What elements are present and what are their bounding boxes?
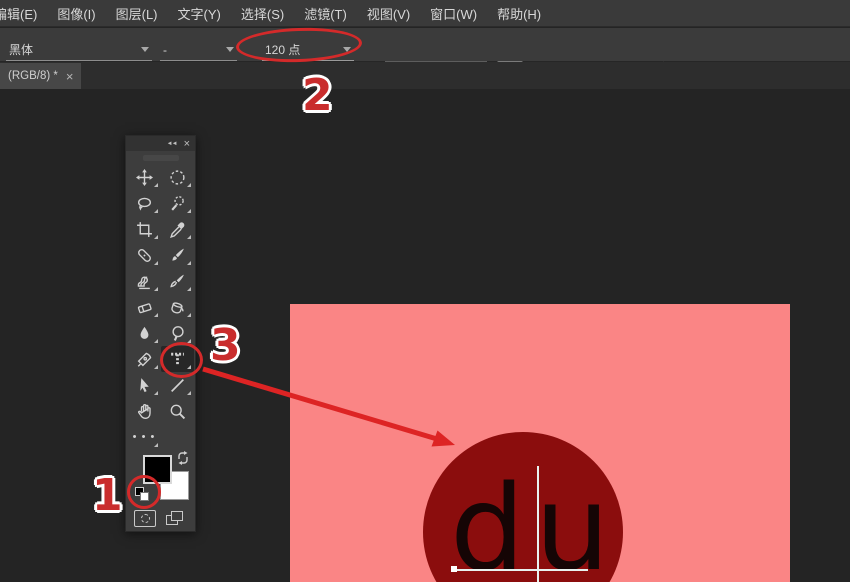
quick-mask-button[interactable] [134, 510, 156, 527]
tool-grid: • • • [126, 164, 195, 450]
line-tool[interactable] [161, 372, 194, 398]
foreground-color-swatch[interactable] [143, 455, 172, 484]
pen-tool[interactable] [128, 346, 161, 372]
swap-colors-icon [176, 451, 190, 465]
zoom-tool[interactable] [161, 398, 194, 424]
hand-tool[interactable] [128, 398, 161, 424]
elliptical-marquee-icon [169, 169, 186, 186]
blur-tool[interactable] [128, 320, 161, 346]
history-brush-icon [169, 273, 186, 290]
panel-bottom-buttons [126, 508, 197, 532]
color-control [126, 451, 197, 509]
font-style-value: - [160, 43, 226, 57]
paint-bucket-tool[interactable] [161, 294, 194, 320]
close-tab-icon[interactable]: × [66, 69, 74, 84]
menu-bar: 编辑(E) 图像(I) 图层(L) 文字(Y) 选择(S) 滤镜(T) 视图(V… [0, 0, 850, 27]
blur-icon [136, 325, 153, 342]
chevron-down-icon [226, 47, 234, 52]
zoom-icon [169, 403, 186, 420]
selection-arrow-icon [136, 377, 153, 394]
eyedropper-tool[interactable] [161, 216, 194, 242]
font-size-value: 120 点 [262, 41, 343, 58]
horizontal-type-mask-tool[interactable] [161, 346, 194, 372]
path-selection-tool[interactable] [128, 372, 161, 398]
menu-help[interactable]: 帮助(H) [487, 4, 551, 23]
paint-bucket-icon [169, 299, 186, 316]
document-canvas[interactable]: d u [290, 304, 790, 582]
brush-tool[interactable] [161, 242, 194, 268]
move-tool[interactable] [128, 164, 161, 190]
quick-selection-icon [169, 195, 186, 212]
healing-brush-icon [136, 247, 153, 264]
default-colors-button[interactable] [135, 487, 149, 501]
dodge-icon [169, 325, 186, 342]
canvas-text: d u [450, 469, 610, 582]
dodge-tool[interactable] [161, 320, 194, 346]
crop-icon [136, 221, 153, 238]
menu-select[interactable]: 选择(S) [231, 4, 294, 23]
chevron-down-icon [141, 47, 149, 52]
font-size-select[interactable]: 120 点 [262, 39, 354, 61]
eraser-tool[interactable] [128, 294, 161, 320]
text-baseline-guide [454, 569, 588, 571]
close-panel-icon[interactable]: × [184, 139, 190, 149]
document-tab-title: (RGB/8) * [8, 70, 58, 82]
elliptical-marquee-tool[interactable] [161, 164, 194, 190]
swap-colors-button[interactable] [176, 451, 190, 470]
clone-stamp-icon [136, 273, 153, 290]
canvas-letter-d: d [450, 469, 525, 582]
menu-image[interactable]: 图像(I) [47, 4, 105, 23]
eyedropper-icon [169, 221, 186, 238]
empty-cell [161, 424, 194, 450]
menu-layer[interactable]: 图层(L) [106, 4, 168, 23]
tools-panel: ◄◄ × [125, 135, 196, 532]
history-brush-tool[interactable] [161, 268, 194, 294]
screen-mode-button[interactable] [166, 511, 184, 526]
document-tab-strip: (RGB/8) * × [0, 62, 850, 89]
quick-selection-tool[interactable] [161, 190, 194, 216]
move-icon [136, 169, 153, 186]
eraser-icon [136, 299, 153, 316]
text-origin-handle[interactable] [451, 566, 457, 572]
chevron-down-icon [343, 47, 351, 52]
brush-icon [169, 247, 186, 264]
menu-edit[interactable]: 编辑(E) [0, 4, 47, 23]
lasso-icon [136, 195, 153, 212]
pen-icon [136, 351, 153, 368]
menu-filter[interactable]: 滤镜(T) [294, 4, 357, 23]
clone-stamp-tool[interactable] [128, 268, 161, 294]
font-family-value: 黑体 [6, 41, 141, 58]
font-style-select[interactable]: - [160, 39, 237, 61]
text-cursor [537, 466, 539, 582]
collapse-panel-icon[interactable]: ◄◄ [167, 141, 177, 147]
crop-tool[interactable] [128, 216, 161, 242]
spot-healing-brush-tool[interactable] [128, 242, 161, 268]
quick-mask-icon [141, 514, 150, 523]
tools-panel-header[interactable]: ◄◄ × [126, 136, 195, 151]
type-options-bar: 黑体 - ↕T 120 点 aa 锐利 [0, 28, 850, 62]
hand-icon [136, 403, 153, 420]
edit-toolbar-button[interactable]: • • • [128, 424, 161, 450]
font-family-select[interactable]: 黑体 [6, 39, 152, 61]
panel-drag-grip[interactable] [126, 151, 195, 164]
default-background-icon [140, 492, 149, 501]
ellipsis-icon: • • • [133, 431, 156, 443]
menu-view[interactable]: 视图(V) [357, 4, 420, 23]
menu-window[interactable]: 窗口(W) [420, 4, 487, 23]
type-mask-icon [169, 351, 186, 368]
line-icon [169, 377, 186, 394]
document-tab[interactable]: (RGB/8) * × [0, 63, 81, 89]
canvas-letter-u: u [535, 469, 610, 582]
lasso-tool[interactable] [128, 190, 161, 216]
menu-type[interactable]: 文字(Y) [168, 4, 231, 23]
